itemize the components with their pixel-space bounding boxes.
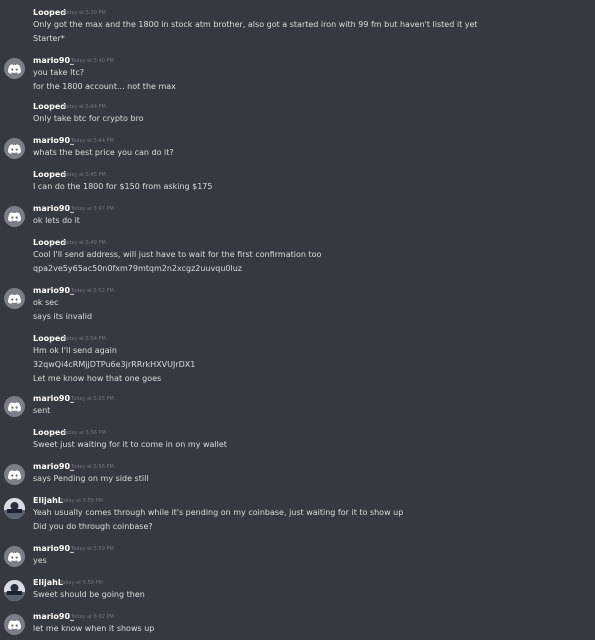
message-text-line: 32qwQi4cRMjjDTPu6e3jrRRrkHXVUJrDX1 [33,360,196,369]
message-timestamp: Today at 5:47 PM [71,206,114,212]
message-author[interactable]: Looped [33,428,66,438]
message-text-line: you take ltc? [33,68,85,77]
message-text-line: for the 1800 account... not the max [33,82,176,91]
discord-default-avatar-icon[interactable] [4,464,25,485]
message-timestamp: Today at 5:56 PM [71,464,114,470]
message-author[interactable]: mario90_ [33,462,74,472]
discord-default-avatar-icon[interactable] [4,206,25,227]
message-author[interactable]: Looped [33,8,66,18]
discord-default-avatar-icon[interactable] [4,614,25,635]
message-text-line: Let me know how that one goes [33,374,162,383]
message-timestamp: Today at 5:39 PM [63,10,106,16]
message-timestamp: Today at 5:59 PM [60,580,103,586]
message-text-line: let me know when it shows up [33,624,155,633]
message-text-line: ok lets do it [33,216,80,225]
message-text-line: Hm ok I'll send again [33,346,117,355]
message-timestamp: Today at 5:49 PM [63,240,106,246]
message-timestamp: Today at 5:40 PM [71,58,114,64]
message-author[interactable]: mario90_ [33,286,74,296]
message-text-line: Only take btc for crypto bro [33,114,144,123]
message-author[interactable]: Looped [33,334,66,344]
message-author[interactable]: mario90_ [33,56,74,66]
user-avatar-photo-icon[interactable] [4,498,25,519]
discord-default-avatar-icon[interactable] [4,58,25,79]
discord-default-avatar-icon[interactable] [4,288,25,309]
message-timestamp: Today at 5:55 PM [71,396,114,402]
message-text-line: Yeah usually comes through while it's pe… [33,508,404,517]
message-text-line: Only got the max and the 1800 in stock a… [33,20,478,29]
message-timestamp: Today at 5:52 PM [71,288,114,294]
message-text-line: whats the best price you can do it? [33,148,174,157]
chat-message-list: Looped Today at 5:39 PM Only got the max a… [0,0,595,640]
message-text-line: yes [33,556,47,565]
message-text-line: says its invalid [33,312,93,321]
message-author[interactable]: mario90_ [33,136,74,146]
message-text-line: Sweet just waiting for it to come in on … [33,440,227,449]
message-author[interactable]: ElijahL [33,496,63,506]
message-text-line: Did you do through coinbase? [33,522,153,531]
discord-default-avatar-icon[interactable] [4,138,25,159]
message-timestamp: Today at 5:45 PM [63,172,106,178]
message-timestamp: Today at 5:59 PM [71,546,114,552]
message-text-line: says Pending on my side still [33,474,149,483]
message-text-line: Cool I'll send address, will just have t… [33,250,322,259]
discord-default-avatar-icon[interactable] [4,396,25,417]
message-author[interactable]: Looped [33,102,66,112]
message-timestamp: Today at 5:56 PM [63,430,106,436]
message-author[interactable]: Looped [33,170,66,180]
message-text-line: Sweet should be going then [33,590,145,599]
message-author[interactable]: mario90_ [33,394,74,404]
message-text-line: I can do the 1800 for $150 from asking $… [33,182,213,191]
message-timestamp: Today at 5:44 PM [71,138,114,144]
message-text-line: qpa2ve5y65ac50n0fxm79mtqm2n2xcgz2uuvqu0l… [33,264,242,273]
message-author[interactable]: mario90_ [33,612,74,622]
user-avatar-photo-icon[interactable] [4,580,25,601]
message-text-line: Starter* [33,34,65,43]
message-timestamp: Today at 6:02 PM [71,614,114,620]
message-author[interactable]: ElijahL [33,578,63,588]
message-timestamp: Today at 5:59 PM [60,498,103,504]
message-text-line: ok sec [33,298,59,307]
message-author[interactable]: mario90_ [33,204,74,214]
message-timestamp: Today at 5:44 PM [63,104,106,110]
message-author[interactable]: mario90_ [33,544,74,554]
message-text-line: sent [33,406,51,415]
discord-default-avatar-icon[interactable] [4,546,25,567]
message-timestamp: Today at 5:54 PM [63,336,106,342]
message-author[interactable]: Looped [33,238,66,248]
